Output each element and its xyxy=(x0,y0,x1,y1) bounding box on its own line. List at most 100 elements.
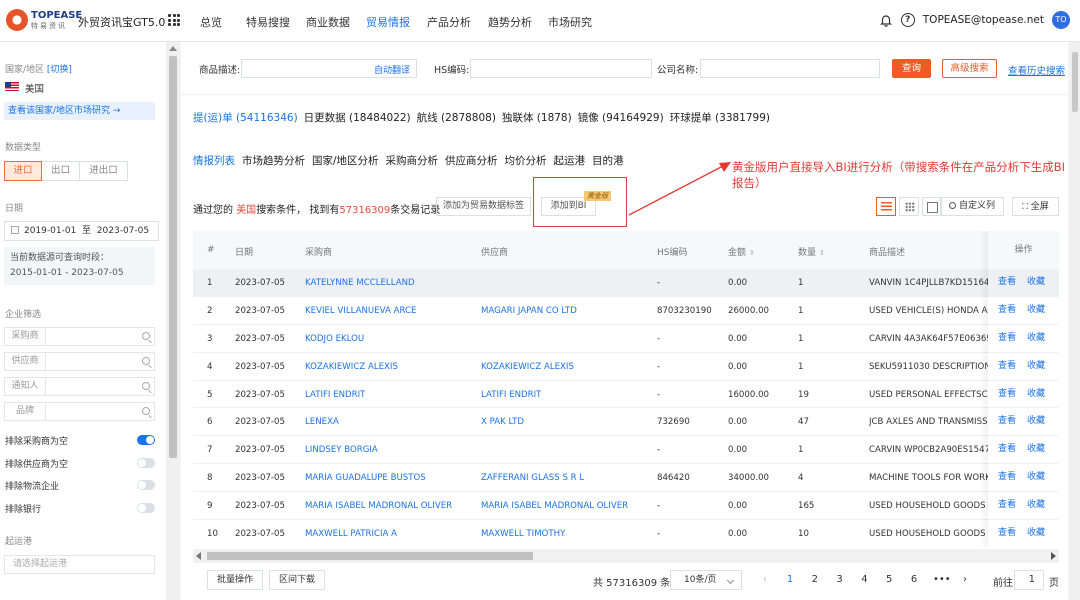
sidebar-scrollbar[interactable] xyxy=(166,42,180,600)
import-button[interactable]: 进口 xyxy=(4,161,42,181)
next-page-icon[interactable]: › xyxy=(959,574,971,585)
avatar[interactable]: TO xyxy=(1052,11,1070,29)
favorite-link[interactable]: 收藏 xyxy=(1027,333,1045,343)
cell-supplier[interactable]: MARIA ISABEL MADRONAL OLIVER xyxy=(481,501,628,511)
switch-country-link[interactable]: [切换] xyxy=(47,65,72,75)
search-icon[interactable] xyxy=(142,332,150,340)
favorite-link[interactable]: 收藏 xyxy=(1027,305,1045,315)
table-horizontal-scrollbar[interactable] xyxy=(193,549,1059,563)
favorite-link[interactable]: 收藏 xyxy=(1027,416,1045,426)
page-ellipsis[interactable]: ••• xyxy=(933,574,951,585)
batch-operation-button[interactable]: 批量操作 xyxy=(207,570,263,590)
nav-item[interactable]: 贸易情报 xyxy=(366,14,410,30)
filter-input[interactable]: 采购商 xyxy=(4,327,155,346)
table-row[interactable]: 6 2023-07-05 LENEXA X PAK LTD 732690 0.00 47 JC… xyxy=(193,408,1059,437)
date-range-picker[interactable]: 2019-01-01 至 2023-07-05 xyxy=(4,221,159,241)
topease-logo[interactable]: TOPEASE 特易资讯 xyxy=(6,9,82,31)
analysis-tab[interactable]: 供应商分析 xyxy=(445,155,498,167)
view-link[interactable]: 查看 xyxy=(998,389,1016,399)
advanced-search-button[interactable]: 高级搜索 xyxy=(942,59,997,78)
search-icon[interactable] xyxy=(142,357,150,365)
cell-buyer[interactable]: KEVIEL VILLANUEVA ARCE xyxy=(305,306,416,316)
user-email[interactable]: TOPEASE@topease.net xyxy=(923,14,1044,26)
export-button[interactable]: 出口 xyxy=(42,161,80,181)
nav-item[interactable]: 商业数据 xyxy=(306,14,350,30)
cell-buyer[interactable]: KOZAKIEWICZ ALEXIS xyxy=(305,362,398,372)
help-icon[interactable]: ? xyxy=(900,13,915,27)
cell-buyer[interactable]: KODJO EKLOU xyxy=(305,334,364,344)
dense-grid-view-icon[interactable] xyxy=(899,197,919,216)
toggle-switch[interactable] xyxy=(137,502,155,513)
analysis-tab[interactable]: 起运港 xyxy=(554,155,586,167)
country-research-link[interactable]: 查看该国家/地区市场研究 → xyxy=(4,102,155,120)
analysis-tab[interactable]: 采购商分析 xyxy=(386,155,439,167)
page-scrollbar[interactable] xyxy=(1070,42,1080,600)
bell-icon[interactable] xyxy=(879,13,893,27)
filter-input[interactable]: 供应商 xyxy=(4,352,155,371)
page-number[interactable]: 4 xyxy=(858,574,870,585)
table-row[interactable]: 9 2023-07-05 MARIA ISABEL MADRONAL OLIVER M… xyxy=(193,492,1059,521)
cell-supplier[interactable]: X PAK LTD xyxy=(481,417,524,427)
analysis-tab[interactable]: 均价分析 xyxy=(505,155,547,167)
add-trade-tag-button[interactable]: 添加为贸易数据标签 xyxy=(436,197,531,216)
analysis-tab[interactable]: 市场趋势分析 xyxy=(242,155,305,167)
favorite-link[interactable]: 收藏 xyxy=(1027,444,1045,454)
cell-buyer[interactable]: LENEXA xyxy=(305,417,339,427)
view-link[interactable]: 查看 xyxy=(998,500,1016,510)
analysis-tab[interactable]: 目的港 xyxy=(592,155,624,167)
origin-port-select[interactable]: 请选择起运港 xyxy=(4,555,155,574)
company-name-input[interactable] xyxy=(700,59,880,78)
goto-page-input[interactable]: 1 xyxy=(1014,570,1044,590)
favorite-link[interactable]: 收藏 xyxy=(1027,389,1045,399)
prev-page-icon[interactable]: ‹ xyxy=(759,574,771,585)
nav-item[interactable]: 特易搜搜 xyxy=(246,14,290,30)
source-tab[interactable]: 独联体 (1878) xyxy=(502,112,572,124)
page-number[interactable]: 2 xyxy=(809,574,821,585)
cell-supplier[interactable]: KOZAKIEWICZ ALEXIS xyxy=(481,362,574,372)
cell-buyer[interactable]: MARIA ISABEL MADRONAL OLIVER xyxy=(305,501,452,511)
favorite-link[interactable]: 收藏 xyxy=(1027,500,1045,510)
cell-buyer[interactable]: MAXWELL PATRICIA A xyxy=(305,529,397,539)
cell-buyer[interactable]: KATELYNNE MCCLELLAND xyxy=(305,278,415,288)
cell-buyer[interactable]: LINDSEY BORGIA xyxy=(305,445,378,455)
view-link[interactable]: 查看 xyxy=(998,277,1016,287)
col-qty[interactable]: 数量 ⇕ xyxy=(798,245,825,258)
fullscreen-button[interactable]: ⛶ 全屏 xyxy=(1012,197,1059,216)
toggle-switch[interactable] xyxy=(137,480,155,490)
table-row[interactable]: 8 2023-07-05 MARIA GUADALUPE BUSTOS ZAFFERA… xyxy=(193,464,1059,493)
page-number[interactable]: 5 xyxy=(883,574,895,585)
range-download-button[interactable]: 区间下载 xyxy=(269,570,325,590)
cell-supplier[interactable]: LATIFI ENDRIT xyxy=(481,390,541,400)
table-row[interactable]: 10 2023-07-05 MAXWELL PATRICIA A MAXWELL TI… xyxy=(193,520,1059,547)
custom-columns-button[interactable]: 自定义列 xyxy=(940,197,1004,216)
toggle-switch[interactable] xyxy=(137,435,155,445)
nav-item[interactable]: 产品分析 xyxy=(427,14,471,30)
sort-icon[interactable]: ⇕ xyxy=(749,249,755,257)
source-tab[interactable]: 提(运)单 (54116346) xyxy=(193,112,298,124)
filter-input[interactable]: 通知人 xyxy=(4,377,155,396)
nav-item[interactable]: 市场研究 xyxy=(548,14,592,30)
page-number[interactable]: 3 xyxy=(834,574,846,585)
view-link[interactable]: 查看 xyxy=(998,528,1016,538)
table-row[interactable]: 2 2023-07-05 KEVIEL VILLANUEVA ARCE MAGARI … xyxy=(193,297,1059,325)
source-tab[interactable]: 航线 (2878808) xyxy=(417,112,496,124)
cell-supplier[interactable]: MAXWELL TIMOTHY xyxy=(481,529,565,539)
auto-translate-link[interactable]: 自动翻译 xyxy=(374,63,410,76)
sort-icon[interactable]: ⇕ xyxy=(819,249,825,257)
col-amount[interactable]: 金额 ⇕ xyxy=(728,245,755,258)
nav-item[interactable]: 总览 xyxy=(200,14,222,30)
nav-item[interactable]: 趋势分析 xyxy=(488,14,532,30)
cell-supplier[interactable]: ZAFFERANI GLASS S R L xyxy=(481,473,584,483)
favorite-link[interactable]: 收藏 xyxy=(1027,528,1045,538)
page-number[interactable]: 6 xyxy=(908,574,920,585)
favorite-link[interactable]: 收藏 xyxy=(1027,277,1045,287)
search-history-link[interactable]: 查看历史搜索 xyxy=(1008,63,1065,77)
analysis-tab[interactable]: 国家/地区分析 xyxy=(312,155,379,167)
analysis-tab[interactable]: 情报列表 xyxy=(193,155,235,167)
source-tab[interactable]: 日更数据 (18484022) xyxy=(304,112,411,124)
cell-buyer[interactable]: LATIFI ENDRIT xyxy=(305,390,365,400)
filter-input[interactable]: 品牌 xyxy=(4,402,155,421)
view-link[interactable]: 查看 xyxy=(998,305,1016,315)
view-link[interactable]: 查看 xyxy=(998,333,1016,343)
view-link[interactable]: 查看 xyxy=(998,361,1016,371)
